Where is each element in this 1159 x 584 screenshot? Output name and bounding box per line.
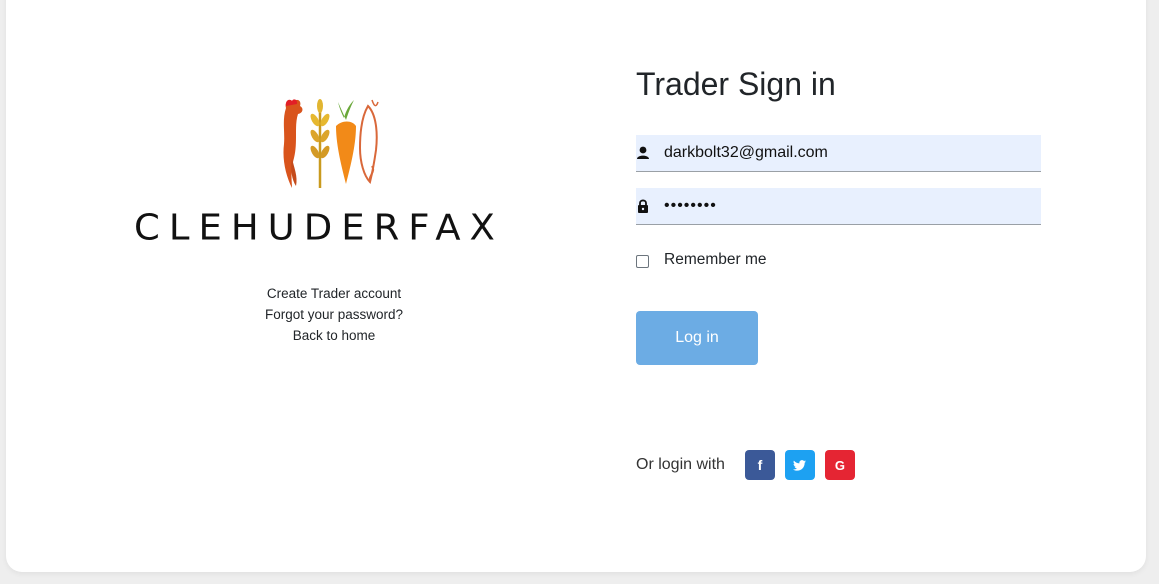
twitter-login-button[interactable] — [784, 450, 815, 480]
page-title: Trader Sign in — [636, 66, 836, 102]
auth-links: Create Trader account Forgot your passwo… — [234, 283, 434, 346]
farm-produce-logo-icon — [283, 99, 379, 188]
facebook-icon: f — [757, 457, 763, 473]
remember-me-row[interactable]: Remember me — [636, 250, 767, 270]
back-home-link[interactable]: Back to home — [234, 325, 434, 346]
remember-me-label: Remember me — [664, 251, 767, 268]
login-card — [6, 0, 1146, 572]
google-login-button[interactable]: G — [824, 450, 855, 480]
password-field[interactable] — [636, 188, 1041, 225]
create-account-link[interactable]: Create Trader account — [234, 283, 434, 304]
lock-icon — [638, 199, 648, 213]
brand-wordmark: CLEHUDERFAX — [134, 207, 504, 248]
google-icon: G — [834, 457, 845, 473]
login-button[interactable]: Log in — [636, 311, 758, 365]
email-input[interactable] — [664, 135, 1034, 171]
password-input[interactable] — [664, 188, 1034, 224]
social-login-label: Or login with — [636, 456, 725, 473]
forgot-password-link[interactable]: Forgot your password? — [234, 304, 434, 325]
facebook-login-button[interactable]: f — [744, 450, 775, 480]
social-login-row: Or login with f G — [636, 450, 865, 480]
email-field[interactable] — [636, 135, 1041, 172]
user-icon — [637, 146, 649, 159]
twitter-icon — [793, 459, 807, 471]
remember-me-checkbox[interactable] — [636, 255, 649, 268]
